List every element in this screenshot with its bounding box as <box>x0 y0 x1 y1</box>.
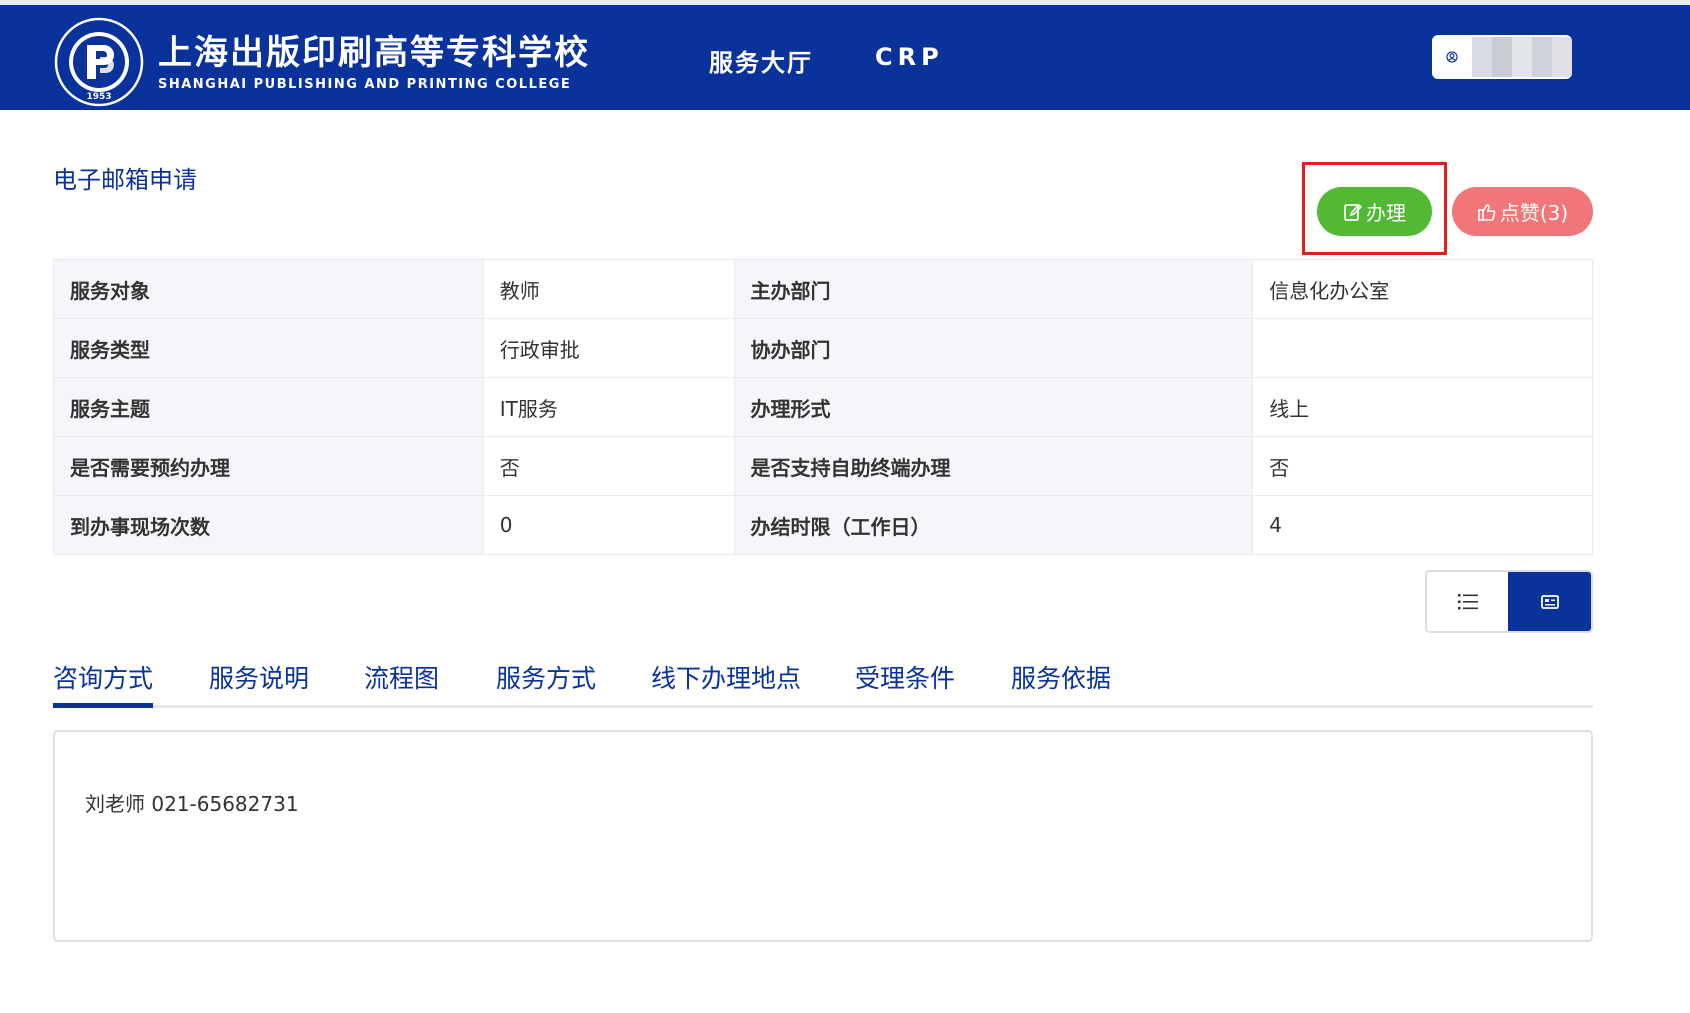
nav-crp[interactable]: CRP <box>875 43 944 78</box>
info-key: 协办部门 <box>733 318 1254 378</box>
page-title: 电子邮箱申请 <box>53 166 197 194</box>
tab-consultation[interactable]: 咨询方式 <box>53 662 154 708</box>
handle-button[interactable]: 办理 <box>1317 187 1432 236</box>
info-value: 线上 <box>1252 377 1593 437</box>
info-key: 服务对象 <box>53 259 484 319</box>
info-value: IT服务 <box>482 377 735 437</box>
tab-service-basis[interactable]: 服务依据 <box>1011 662 1111 708</box>
handle-button-label: 办理 <box>1366 201 1406 225</box>
logo-english-name: SHANGHAI PUBLISHING AND PRINTING COLLEGE <box>158 76 572 92</box>
info-key: 到办事现场次数 <box>53 495 484 555</box>
info-key: 办理形式 <box>733 377 1254 437</box>
tab-service-method[interactable]: 服务方式 <box>496 662 596 708</box>
tab-offline-location[interactable]: 线下办理地点 <box>651 662 801 708</box>
contact-info: 刘老师 021-65682731 <box>85 792 299 816</box>
table-row: 服务对象 教师 主办部门 信息化办公室 <box>53 259 1593 319</box>
detail-tabs: 咨询方式 服务说明 流程图 服务方式 线下办理地点 受理条件 服务依据 <box>53 660 1593 708</box>
main-nav: 服务大厅 CRP <box>709 43 944 78</box>
tab-flowchart[interactable]: 流程图 <box>364 662 439 708</box>
list-icon <box>1457 593 1478 609</box>
service-info-table: 服务对象 教师 主办部门 信息化办公室 服务类型 行政审批 协办部门 服务主题 … <box>53 259 1593 555</box>
tab-content-panel: 刘老师 021-65682731 <box>53 730 1593 942</box>
school-logo[interactable]: 1953 上海出版印刷高等专科学校 SHANGHAI PUBLISHING AN… <box>54 17 590 107</box>
info-key: 是否需要预约办理 <box>53 436 484 496</box>
table-row: 服务主题 IT服务 办理形式 线上 <box>53 377 1593 437</box>
user-avatar-icon <box>1446 51 1458 63</box>
info-value <box>1252 318 1593 378</box>
user-menu[interactable] <box>1432 35 1572 79</box>
tab-service-description[interactable]: 服务说明 <box>209 662 309 708</box>
info-value: 否 <box>1252 436 1593 496</box>
info-value: 4 <box>1252 495 1593 555</box>
view-toggle <box>1425 570 1593 633</box>
info-key: 服务主题 <box>53 377 484 437</box>
edit-icon <box>1344 203 1363 221</box>
info-key: 是否支持自助终端办理 <box>733 436 1254 496</box>
table-row: 服务类型 行政审批 协办部门 <box>53 318 1593 378</box>
card-icon <box>1540 594 1559 609</box>
like-button-label: 点赞(3) <box>1499 201 1569 225</box>
info-value: 0 <box>482 495 735 555</box>
nav-service-hall[interactable]: 服务大厅 <box>709 43 813 78</box>
info-key: 服务类型 <box>53 318 484 378</box>
site-header: 1953 上海出版印刷高等专科学校 SHANGHAI PUBLISHING AN… <box>0 5 1690 110</box>
card-view-button[interactable] <box>1508 572 1591 631</box>
tab-acceptance-conditions[interactable]: 受理条件 <box>855 662 955 708</box>
table-row: 是否需要预约办理 否 是否支持自助终端办理 否 <box>53 436 1593 496</box>
seal-year: 1953 <box>86 92 111 102</box>
list-view-button[interactable] <box>1427 572 1509 631</box>
info-key: 办结时限（工作日） <box>733 495 1254 555</box>
info-value: 否 <box>482 436 735 496</box>
info-value: 教师 <box>482 259 735 319</box>
info-key: 主办部门 <box>733 259 1254 319</box>
info-value: 信息化办公室 <box>1252 259 1593 319</box>
like-button[interactable]: 点赞(3) <box>1452 187 1593 236</box>
thumbs-up-icon <box>1478 203 1496 221</box>
blurred-username <box>1472 37 1572 77</box>
school-seal-icon: 1953 <box>54 17 144 107</box>
logo-chinese-name: 上海出版印刷高等专科学校 <box>158 32 590 73</box>
info-value: 行政审批 <box>482 318 735 378</box>
table-row: 到办事现场次数 0 办结时限（工作日） 4 <box>53 495 1593 555</box>
